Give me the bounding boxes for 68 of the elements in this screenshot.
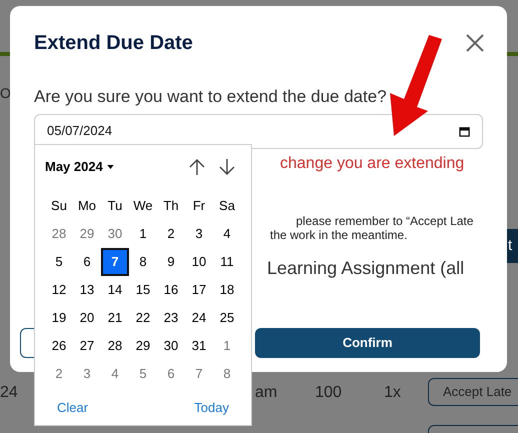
calendar-day[interactable]: 28 (101, 332, 129, 360)
calendar-day[interactable]: 31 (185, 332, 213, 360)
calendar-day[interactable]: 5 (45, 248, 73, 276)
calendar-day[interactable]: 30 (157, 332, 185, 360)
weekday-label: We (132, 197, 154, 216)
calendar-day[interactable]: 23 (157, 304, 185, 332)
background-text: am (255, 383, 278, 403)
background-text: 1x (384, 383, 401, 403)
calendar-day[interactable]: 16 (157, 276, 185, 304)
calendar-day[interactable]: 20 (73, 304, 101, 332)
calendar-day[interactable]: 6 (157, 360, 185, 388)
calendar-day[interactable]: 1 (213, 332, 241, 360)
calendar-day[interactable]: 24 (185, 304, 213, 332)
background-text: 24 (0, 383, 18, 403)
calendar-day[interactable]: 4 (213, 220, 241, 248)
calendar-day[interactable]: 22 (129, 304, 157, 332)
calendar-day[interactable]: 2 (45, 360, 73, 388)
calendar-link[interactable]: Clear (57, 398, 88, 418)
calendar-day[interactable]: 13 (73, 276, 101, 304)
calendar-day[interactable]: 9 (157, 248, 185, 276)
calendar-day[interactable]: 2 (157, 220, 185, 248)
calendar-day[interactable]: 29 (73, 220, 101, 248)
calendar-day[interactable]: 27 (73, 332, 101, 360)
calendar-day[interactable]: 6 (73, 248, 101, 276)
calendar-day[interactable]: 26 (45, 332, 73, 360)
weekday-label: Th (162, 197, 180, 216)
confirm-button[interactable]: Confirm (255, 328, 480, 358)
calendar-day[interactable]: 15 (129, 276, 157, 304)
question-text: Are you sure you want to extend the due date? (34, 86, 388, 108)
background-text: 100 (315, 383, 342, 403)
calendar-day[interactable]: 3 (185, 220, 213, 248)
caret-icon (106, 165, 114, 169)
calendar-day[interactable]: 4 (101, 360, 129, 388)
calendar-day[interactable]: 12 (45, 276, 73, 304)
calendar-day[interactable]: 14 (101, 276, 129, 304)
calendar-icon[interactable] (459, 126, 470, 136)
calendar-day[interactable]: 21 (101, 304, 129, 332)
calendar-day[interactable]: 29 (129, 332, 157, 360)
background-text: O (0, 84, 11, 103)
calendar-day[interactable]: 25 (213, 304, 241, 332)
weekday-label: Mo (76, 197, 98, 216)
calendar-day[interactable]: 17 (185, 276, 213, 304)
month-selector[interactable]: May 2024 (45, 157, 114, 177)
calendar-day[interactable]: 19 (45, 304, 73, 332)
dialog-title: Extend Due Date (34, 31, 193, 56)
note-text: the work in the meantime. (270, 228, 408, 242)
weekday-label: Fr (192, 197, 206, 216)
calendar-day[interactable]: 10 (185, 248, 213, 276)
calendar-day[interactable]: 18 (213, 276, 241, 304)
weekday-label: Su (50, 197, 68, 216)
weekday-label: Sa (218, 197, 236, 216)
calendar-day[interactable]: 8 (129, 248, 157, 276)
warning-text: change you are extending (280, 154, 466, 174)
calendar-day[interactable]: 1 (129, 220, 157, 248)
note-text: please remember to “Accept Late (296, 214, 474, 228)
calendar-day[interactable]: 8 (213, 360, 241, 388)
calendar-day[interactable]: 28 (45, 220, 73, 248)
calendar-day[interactable]: 3 (73, 360, 101, 388)
weekday-label: Tu (106, 197, 124, 216)
calendar-day[interactable]: 7 (101, 248, 129, 276)
calendar-day[interactable]: 7 (185, 360, 213, 388)
calendar-day[interactable]: 11 (213, 248, 241, 276)
calendar-day[interactable]: 5 (129, 360, 157, 388)
calendar-day[interactable]: 30 (101, 220, 129, 248)
calendar-link[interactable]: Today (194, 398, 229, 418)
arrow-down-icon[interactable] (219, 158, 235, 176)
option-text: Learning Assignment (all (267, 256, 466, 280)
arrow-up-icon[interactable] (189, 158, 205, 176)
